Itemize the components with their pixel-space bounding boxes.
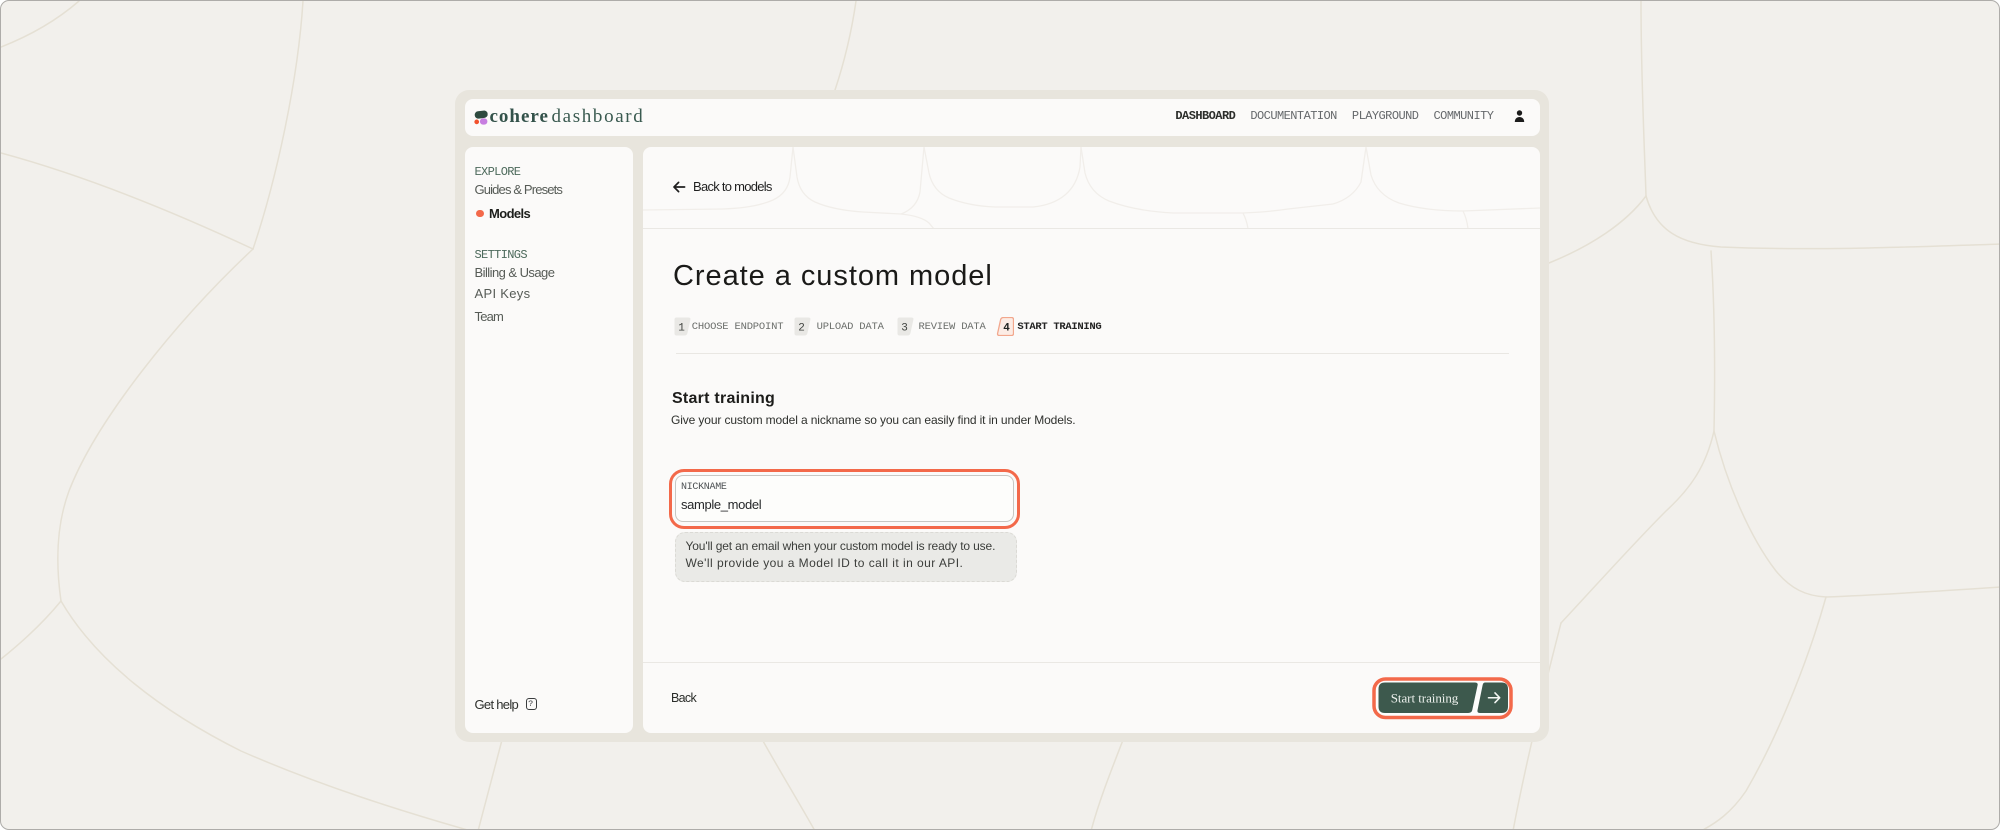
svg-text:2: 2: [798, 323, 805, 335]
svg-text:3: 3: [901, 323, 908, 335]
svg-text:1: 1: [678, 323, 685, 335]
svg-text:Start training: Start training: [1390, 690, 1458, 705]
svg-text:4: 4: [1003, 323, 1010, 335]
